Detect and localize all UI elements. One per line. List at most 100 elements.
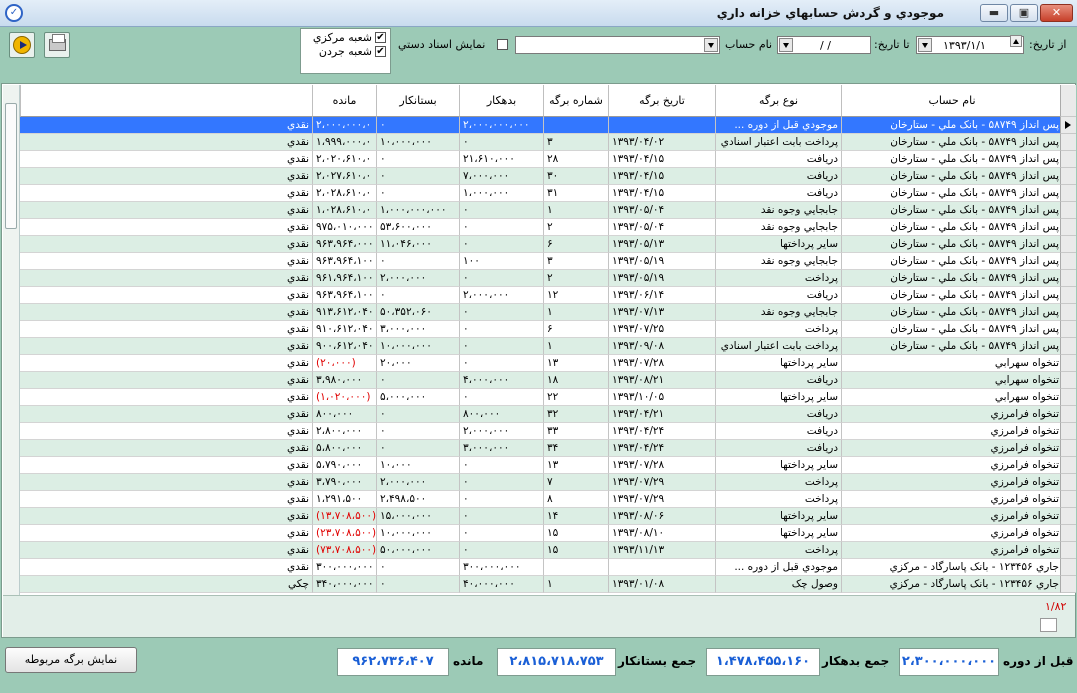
debit-cell[interactable]: ۰ (460, 134, 544, 151)
row-header[interactable] (1060, 372, 1076, 389)
balance-cell[interactable]: (۲۰،۰۰۰) (313, 355, 377, 372)
doc-number-cell[interactable]: ۲ (544, 219, 609, 236)
balance-cell[interactable]: ۳،۹۸۰،۰۰۰ (313, 372, 377, 389)
doc-type-cell[interactable]: جابجايي وجوه نقد (716, 202, 842, 219)
table-row[interactable]: نقدي ۲،۸۰۰،۰۰۰ ۰ ۲،۰۰۰،۰۰۰ ۳۳ ۱۳۹۳/۰۴/۲۴ درياف… (20, 423, 1077, 440)
row-header[interactable] (1060, 491, 1076, 508)
debit-cell[interactable]: ۷،۰۰۰،۰۰۰ (460, 168, 544, 185)
table-row[interactable]: نقدي ۲،۰۲۷،۶۱۰،۰ ۰ ۷،۰۰۰،۰۰۰ ۳۰ ۱۳۹۳/۰۴/۱۵ دري… (20, 168, 1077, 185)
balance-cell[interactable]: ۱،۰۲۸،۶۱۰،۰ (313, 202, 377, 219)
doc-number-cell[interactable]: ۳۲ (544, 406, 609, 423)
doc-date-cell[interactable]: ۱۳۹۳/۰۵/۱۹ (609, 270, 716, 287)
debit-cell[interactable]: ۰ (460, 542, 544, 559)
doc-type-cell[interactable]: دريافت (716, 185, 842, 202)
doc-date-cell[interactable]: ۱۳۹۳/۰۵/۰۴ (609, 202, 716, 219)
row-header[interactable] (1060, 355, 1076, 372)
column-header-balance[interactable]: مانده (313, 85, 377, 117)
row-header[interactable] (1060, 389, 1076, 406)
account-name-cell[interactable]: تنخواه فرامرزي (842, 508, 1063, 525)
doc-number-cell[interactable] (544, 117, 609, 134)
doc-type-cell[interactable]: وصول چک (716, 576, 842, 593)
table-row[interactable]: نقدي ۹۶۳،۹۶۴،۱۰۰ ۰ ۲،۰۰۰،۰۰۰ ۱۲ ۱۳۹۳/۰۶/۱۴ دري… (20, 287, 1077, 304)
payment-type-cell[interactable]: نقدي (20, 219, 313, 236)
doc-date-cell[interactable]: ۱۳۹۳/۰۸/۰۶ (609, 508, 716, 525)
balance-cell[interactable]: ۹۱۳،۶۱۲،۰۴۰ (313, 304, 377, 321)
column-header-doc-date[interactable]: تاريخ برگه (609, 85, 716, 117)
doc-number-cell[interactable]: ۶ (544, 321, 609, 338)
payment-type-cell[interactable]: نقدي (20, 559, 313, 576)
doc-number-cell[interactable]: ۳ (544, 134, 609, 151)
doc-date-cell[interactable] (609, 117, 716, 134)
doc-date-cell[interactable]: ۱۳۹۳/۰۷/۲۹ (609, 491, 716, 508)
balance-cell[interactable]: (۲۳،۷۰۸،۵۰۰) (313, 525, 377, 542)
doc-type-cell[interactable]: پرداخت بابت اعتبار اسنادي (716, 134, 842, 151)
table-row[interactable]: نقدي ۹۶۳،۹۶۴،۱۰۰ ۰ ۱۰۰ ۳ ۱۳۹۳/۰۵/۱۹ جابجايي وج… (20, 253, 1077, 270)
account-name-cell[interactable]: پس انداز ۵۸۷۴۹ - بانک ملي - ستارخان (842, 304, 1063, 321)
credit-cell[interactable]: ۳،۰۰۰،۰۰۰ (377, 321, 460, 338)
credit-cell[interactable]: ۲،۴۹۸،۵۰۰ (377, 491, 460, 508)
doc-number-cell[interactable]: ۳۳ (544, 423, 609, 440)
row-header[interactable] (1060, 270, 1076, 287)
debit-cell[interactable]: ۰ (460, 389, 544, 406)
debit-cell[interactable]: ۰ (460, 457, 544, 474)
column-header-doc-number[interactable]: شماره برگه (544, 85, 609, 117)
payment-type-cell[interactable]: نقدي (20, 457, 313, 474)
payment-type-cell[interactable]: نقدي (20, 304, 313, 321)
doc-type-cell[interactable]: ساير پرداختها (716, 508, 842, 525)
credit-cell[interactable]: ۵۰،۰۰۰،۰۰۰ (377, 542, 460, 559)
row-header[interactable] (1060, 219, 1076, 236)
doc-date-cell[interactable]: ۱۳۹۳/۱۱/۱۳ (609, 542, 716, 559)
credit-cell[interactable]: ۲۰،۰۰۰ (377, 355, 460, 372)
debit-cell[interactable]: ۲،۰۰۰،۰۰۰ (460, 423, 544, 440)
credit-cell[interactable]: ۰ (377, 406, 460, 423)
manual-docs-checkbox[interactable] (497, 39, 508, 50)
credit-cell[interactable]: ۲،۰۰۰،۰۰۰ (377, 270, 460, 287)
minimize-button[interactable]: ▬ (980, 4, 1008, 22)
doc-type-cell[interactable]: پرداخت (716, 542, 842, 559)
doc-type-cell[interactable]: دريافت (716, 287, 842, 304)
vertical-scrollbar[interactable] (3, 85, 20, 605)
row-header[interactable] (1060, 508, 1076, 525)
doc-date-cell[interactable]: ۱۳۹۳/۰۸/۲۱ (609, 372, 716, 389)
table-row[interactable]: نقدي (۷۳،۷۰۸،۵۰۰) ۵۰،۰۰۰،۰۰۰ ۰ ۱۵ ۱۳۹۳/۱۱/۱۳ پ… (20, 542, 1077, 559)
payment-type-cell[interactable]: نقدي (20, 253, 313, 270)
payment-type-cell[interactable]: نقدي (20, 338, 313, 355)
doc-type-cell[interactable]: دريافت (716, 168, 842, 185)
doc-date-cell[interactable]: ۱۳۹۳/۰۷/۲۸ (609, 457, 716, 474)
balance-cell[interactable]: ۸۰۰،۰۰۰ (313, 406, 377, 423)
doc-type-cell[interactable]: پرداخت (716, 474, 842, 491)
payment-type-cell[interactable]: نقدي (20, 542, 313, 559)
doc-type-cell[interactable]: ساير پرداختها (716, 457, 842, 474)
account-name-cell[interactable]: پس انداز ۵۸۷۴۹ - بانک ملي - ستارخان (842, 151, 1063, 168)
account-name-cell[interactable]: پس انداز ۵۸۷۴۹ - بانک ملي - ستارخان (842, 338, 1063, 355)
account-name-cell[interactable]: جاري ۱۲۳۴۵۶ - بانک پاسارگاد - مرکزي (842, 559, 1063, 576)
table-row[interactable]: نقدي ۱،۹۹۹،۰۰۰،۰ ۱۰،۰۰۰،۰۰۰ ۰ ۳ ۱۳۹۳/۰۴/۰۲ پرد… (20, 134, 1077, 151)
doc-number-cell[interactable]: ۱۲ (544, 287, 609, 304)
doc-date-cell[interactable]: ۱۳۹۳/۰۷/۲۹ (609, 474, 716, 491)
table-row[interactable]: نقدي ۱،۰۲۸،۶۱۰،۰ ۱،۰۰۰،۰۰۰،۰۰۰ ۰ ۱ ۱۳۹۳/۰۵/۰۴… (20, 202, 1077, 219)
column-header-doc-type[interactable]: نوع برگه (716, 85, 842, 117)
maximize-button[interactable]: ▣ (1010, 4, 1038, 22)
payment-type-cell[interactable]: نقدي (20, 474, 313, 491)
doc-type-cell[interactable]: پرداخت (716, 270, 842, 287)
column-header-credit[interactable]: بستانكار (377, 85, 460, 117)
credit-cell[interactable]: ۰ (377, 559, 460, 576)
credit-cell[interactable]: ۱۰،۰۰۰،۰۰۰ (377, 338, 460, 355)
doc-type-cell[interactable]: جابجايي وجوه نقد (716, 253, 842, 270)
row-header[interactable] (1060, 151, 1076, 168)
payment-type-cell[interactable]: نقدي (20, 134, 313, 151)
credit-cell[interactable]: ۱۰،۰۰۰ (377, 457, 460, 474)
doc-type-cell[interactable]: ساير پرداختها (716, 389, 842, 406)
row-header[interactable] (1060, 559, 1076, 576)
doc-number-cell[interactable]: ۷ (544, 474, 609, 491)
chevron-down-icon[interactable] (918, 38, 932, 52)
balance-cell[interactable]: ۳۰۰،۰۰۰،۰۰۰ (313, 559, 377, 576)
account-name-cell[interactable]: تنخواه فرامرزي (842, 440, 1063, 457)
payment-type-cell[interactable]: نقدي (20, 202, 313, 219)
row-header[interactable] (1060, 525, 1076, 542)
doc-type-cell[interactable]: جابجايي وجوه نقد (716, 304, 842, 321)
credit-cell[interactable]: ۱۵،۰۰۰،۰۰۰ (377, 508, 460, 525)
balance-cell[interactable]: ۹۱۰،۶۱۲،۰۴۰ (313, 321, 377, 338)
doc-number-cell[interactable]: ۳۱ (544, 185, 609, 202)
debit-cell[interactable]: ۰ (460, 474, 544, 491)
